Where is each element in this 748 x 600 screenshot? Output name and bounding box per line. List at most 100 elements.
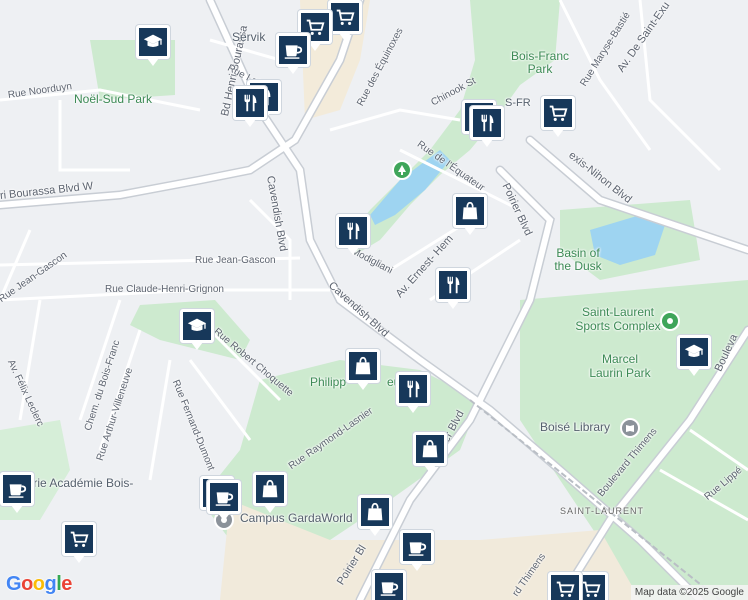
coffee-cup-icon	[380, 582, 399, 596]
place-label: Boisé Library	[540, 420, 611, 434]
pin-bag[interactable]	[358, 495, 392, 537]
pin-cart[interactable]	[62, 522, 96, 564]
fork-knife-icon	[407, 380, 420, 398]
fork-knife-icon	[244, 94, 257, 112]
pin-cup[interactable]	[372, 570, 406, 600]
graduation-cap-icon	[143, 34, 163, 48]
pin-pointer	[411, 563, 423, 571]
pin-cart[interactable]	[548, 572, 582, 600]
pin-frame	[541, 96, 575, 130]
place-label: Basin of the Dusk	[554, 246, 602, 273]
place-label: Philipp	[310, 375, 347, 389]
place-label: Noël-Sud Park	[74, 92, 153, 106]
pin-frame	[136, 25, 170, 59]
pin-fork-knife[interactable]	[233, 86, 267, 128]
cart-icon	[549, 105, 568, 121]
pin-bag[interactable]	[346, 349, 380, 391]
pin-fork-knife[interactable]	[470, 106, 504, 148]
pin-frame	[233, 86, 267, 120]
coffee-cup-icon	[284, 45, 303, 59]
street-label: Rue Claude-Henri-Grignon	[105, 284, 224, 295]
shopping-bag-icon	[355, 356, 371, 375]
pin-bag[interactable]	[413, 432, 447, 474]
cart-icon	[556, 581, 575, 597]
library-icon[interactable]	[620, 418, 640, 438]
pin-pointer	[369, 528, 381, 536]
pin-frame	[207, 480, 241, 514]
pin-pointer	[11, 505, 23, 513]
pin-pointer	[357, 382, 369, 390]
shopping-bag-icon	[422, 439, 438, 458]
coffee-cup-icon	[408, 542, 427, 556]
place-label: Saint-Laurent Sports Complex	[575, 305, 661, 333]
fork-knife-icon	[447, 276, 460, 294]
pin-bag[interactable]	[253, 472, 287, 514]
pin-cup[interactable]	[276, 33, 310, 75]
pin-cup[interactable]	[0, 472, 34, 514]
pin-bag[interactable]	[453, 194, 487, 236]
pin-pointer	[218, 513, 230, 521]
pin-frame	[276, 33, 310, 67]
fork-knife-icon	[481, 114, 494, 132]
pin-pointer	[244, 119, 256, 127]
pin-frame	[346, 349, 380, 383]
pin-school[interactable]	[180, 309, 214, 351]
pin-frame	[62, 522, 96, 556]
shopping-bag-icon	[367, 502, 383, 521]
place-label: Marcel Laurin Park	[589, 352, 651, 380]
place-label: Bois-Franc Park	[510, 49, 569, 76]
pin-pointer	[407, 405, 419, 413]
poi-label: Servik	[232, 30, 266, 44]
pin-pointer	[191, 342, 203, 350]
pin-pointer	[339, 33, 351, 41]
map-canvas[interactable]: Rue Noorduyn ri Bourassa Blvd W Bd Henri…	[0, 0, 748, 600]
pin-pointer	[73, 555, 85, 563]
coffee-cup-icon	[215, 492, 234, 506]
pin-pointer	[481, 139, 493, 147]
pin-frame	[396, 372, 430, 406]
street-label: Rue Jean-Gascon	[195, 255, 276, 266]
pin-school[interactable]	[136, 25, 170, 67]
pin-frame	[436, 268, 470, 302]
pin-fork-knife[interactable]	[396, 372, 430, 414]
sports-icon[interactable]	[660, 311, 680, 331]
pin-school[interactable]	[677, 335, 711, 377]
poi-label: S-FR	[505, 97, 531, 109]
cart-icon	[70, 531, 89, 547]
coffee-cup-icon	[8, 484, 27, 498]
pin-frame	[413, 432, 447, 466]
shopping-bag-icon	[262, 479, 278, 498]
graduation-cap-icon	[684, 344, 704, 358]
tree-icon[interactable]	[392, 160, 412, 180]
pin-frame	[677, 335, 711, 369]
pin-frame	[548, 572, 582, 600]
pin-fork-knife[interactable]	[436, 268, 470, 310]
pin-frame	[400, 530, 434, 564]
pin-cup[interactable]	[207, 480, 241, 522]
pin-cup[interactable]	[400, 530, 434, 572]
pin-pointer	[264, 505, 276, 513]
pin-frame	[453, 194, 487, 228]
pin-pointer	[688, 368, 700, 376]
pin-pointer	[464, 227, 476, 235]
pin-pointer	[347, 247, 359, 255]
pin-frame	[328, 0, 362, 34]
pin-frame	[358, 495, 392, 529]
map-attribution[interactable]: Map data ©2025 Google	[630, 585, 748, 600]
pin-cart[interactable]	[541, 96, 575, 138]
pin-fork-knife[interactable]	[336, 214, 370, 256]
pin-pointer	[287, 66, 299, 74]
graduation-cap-icon	[187, 318, 207, 332]
pin-frame	[336, 214, 370, 248]
pin-frame	[470, 106, 504, 140]
pin-pointer	[424, 465, 436, 473]
pin-frame	[180, 309, 214, 343]
google-logo[interactable]: Google	[6, 573, 72, 596]
pin-frame	[0, 472, 34, 506]
shopping-bag-icon	[462, 201, 478, 220]
pin-pointer	[309, 43, 321, 51]
pin-cart[interactable]	[328, 0, 362, 42]
pin-frame	[372, 570, 406, 600]
cart-icon	[582, 581, 601, 597]
pin-pointer	[147, 58, 159, 66]
